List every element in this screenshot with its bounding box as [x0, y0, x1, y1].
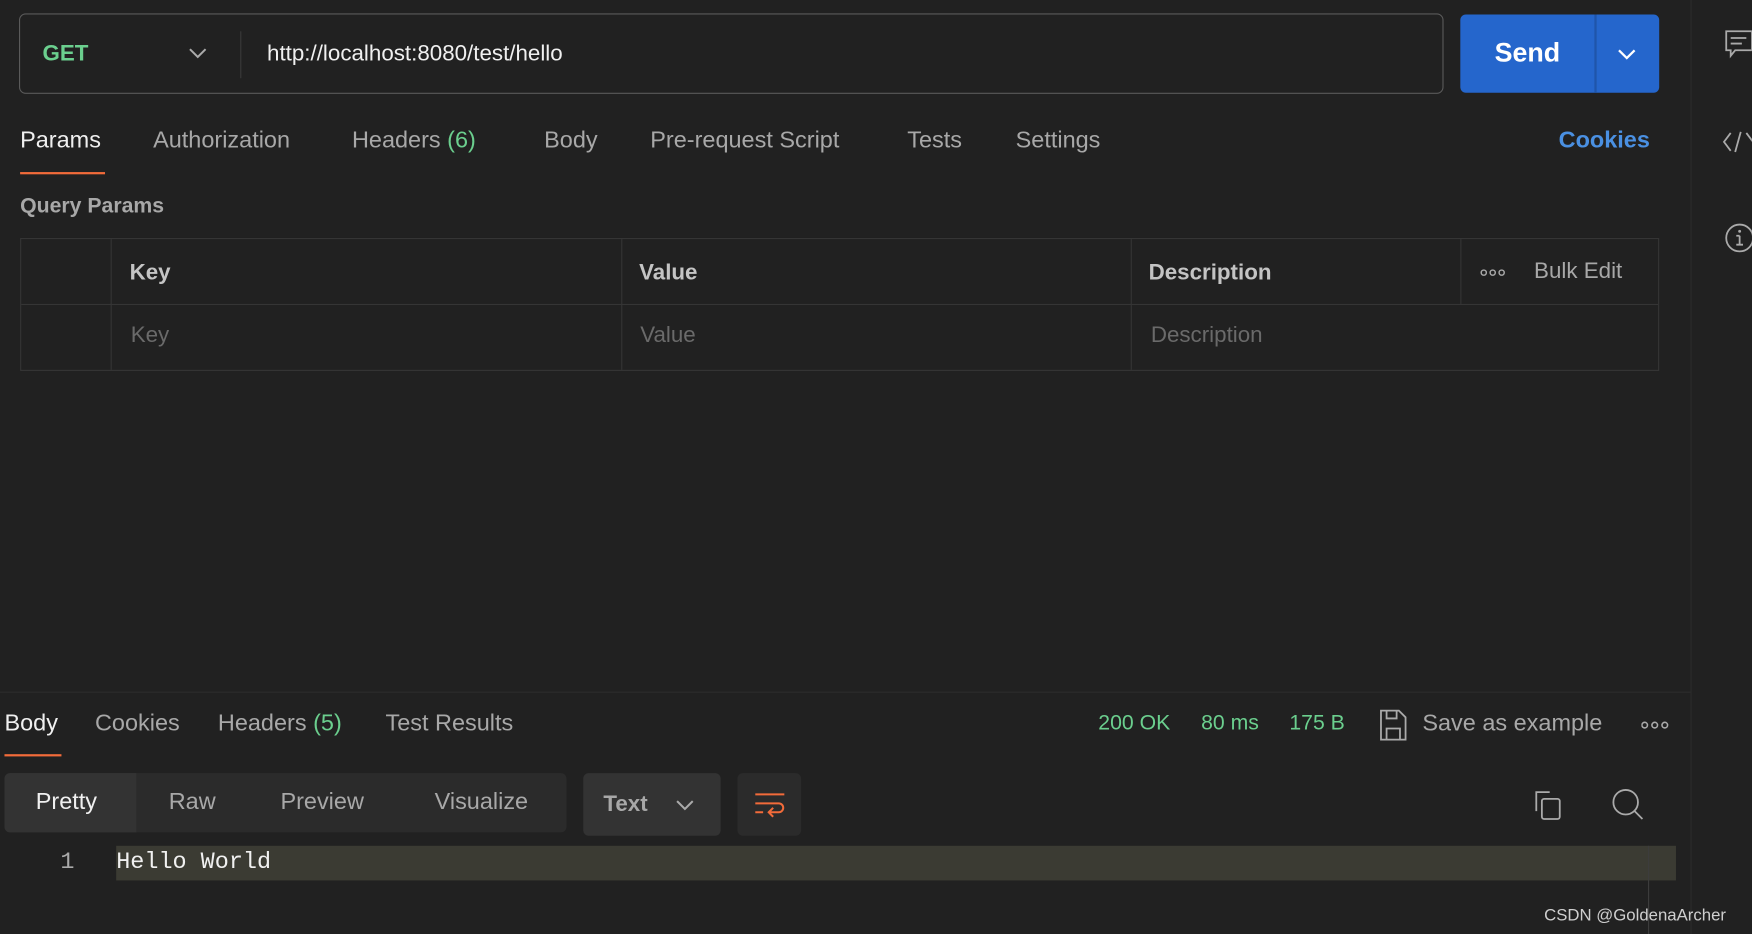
- divider: [1460, 239, 1462, 304]
- divider: [21, 303, 1659, 306]
- divider: [240, 31, 242, 79]
- save-icon[interactable]: [1379, 708, 1408, 742]
- code-icon[interactable]: [1722, 127, 1752, 156]
- more-options-icon[interactable]: [1480, 268, 1507, 277]
- format-select[interactable]: Text: [583, 773, 721, 836]
- chevron-down-icon: [676, 800, 694, 811]
- response-size[interactable]: 175 B: [1289, 712, 1344, 737]
- url-bar: GET http://localhost:8080/test/hello: [18, 13, 1444, 94]
- response-tab-test-results[interactable]: Test Results: [385, 711, 513, 738]
- sidebar-divider: [1690, 0, 1692, 934]
- chevron-down-icon[interactable]: [1614, 39, 1639, 68]
- line-number: 1: [60, 850, 75, 876]
- format-select-value: Text: [603, 792, 648, 817]
- headers-count: (5): [313, 710, 342, 737]
- value-input[interactable]: Value: [640, 323, 695, 349]
- tab-label: Headers: [351, 127, 441, 154]
- status-code[interactable]: 200 OK: [1098, 712, 1170, 737]
- description-input[interactable]: Description: [1151, 323, 1263, 349]
- more-options-icon[interactable]: [1641, 721, 1670, 730]
- response-tab-body[interactable]: Body: [4, 711, 57, 738]
- view-mode-raw[interactable]: Raw: [169, 789, 216, 816]
- method-select[interactable]: GET: [42, 41, 88, 67]
- cookies-link[interactable]: Cookies: [1559, 127, 1650, 154]
- query-params-title: Query Params: [20, 194, 165, 218]
- wrap-lines-icon: [755, 793, 785, 818]
- headers-count: (6): [447, 127, 476, 154]
- save-as-example-button[interactable]: Save as example: [1422, 711, 1602, 738]
- watermark: CSDN @GoldenaArcher: [1544, 906, 1727, 926]
- postman-request-view: GET http://localhost:8080/test/hello Sen…: [0, 0, 1752, 934]
- search-icon[interactable]: [1611, 788, 1645, 822]
- column-header-key: Key: [129, 260, 171, 285]
- chevron-down-icon[interactable]: [188, 39, 208, 66]
- response-body-text[interactable]: Hello World: [116, 850, 271, 876]
- column-header-description: Description: [1148, 260, 1272, 285]
- response-tab-cookies[interactable]: Cookies: [95, 711, 180, 738]
- wrap-lines-button[interactable]: [737, 773, 802, 836]
- tab-authorization[interactable]: Authorization: [153, 127, 290, 154]
- view-mode-visualize[interactable]: Visualize: [435, 789, 528, 816]
- active-tab-indicator: [4, 754, 62, 757]
- divider: [1594, 14, 1597, 93]
- key-input[interactable]: Key: [131, 323, 170, 349]
- tab-headers[interactable]: Headers (6): [352, 127, 476, 154]
- tab-params[interactable]: Params: [20, 127, 101, 154]
- copy-icon[interactable]: [1533, 789, 1564, 823]
- response-divider[interactable]: [0, 691, 1691, 693]
- response-tab-headers[interactable]: Headers (5): [218, 711, 342, 738]
- view-mode-selector: Pretty Raw Preview Visualize: [4, 773, 567, 833]
- view-mode-preview[interactable]: Preview: [280, 789, 363, 816]
- send-button[interactable]: Send: [1460, 15, 1594, 93]
- tab-pre-request-script[interactable]: Pre-request Script: [650, 127, 839, 154]
- info-icon[interactable]: [1723, 221, 1752, 255]
- query-params-table: Key Value Description Bulk Edit Key Valu…: [20, 237, 1660, 371]
- send-button-group: Send: [1460, 14, 1660, 93]
- view-mode-pretty[interactable]: Pretty: [36, 789, 97, 816]
- comments-icon[interactable]: [1724, 29, 1752, 60]
- code-line-highlight: [116, 845, 1676, 881]
- tab-body[interactable]: Body: [544, 127, 597, 154]
- response-time[interactable]: 80 ms: [1201, 712, 1259, 737]
- column-header-value: Value: [639, 260, 698, 285]
- active-tab-indicator: [20, 172, 106, 175]
- url-input[interactable]: http://localhost:8080/test/hello: [267, 41, 563, 67]
- tab-label: Headers: [217, 710, 307, 737]
- bulk-edit-button[interactable]: Bulk Edit: [1534, 259, 1622, 285]
- tab-tests[interactable]: Tests: [907, 127, 962, 154]
- tab-settings[interactable]: Settings: [1016, 127, 1101, 154]
